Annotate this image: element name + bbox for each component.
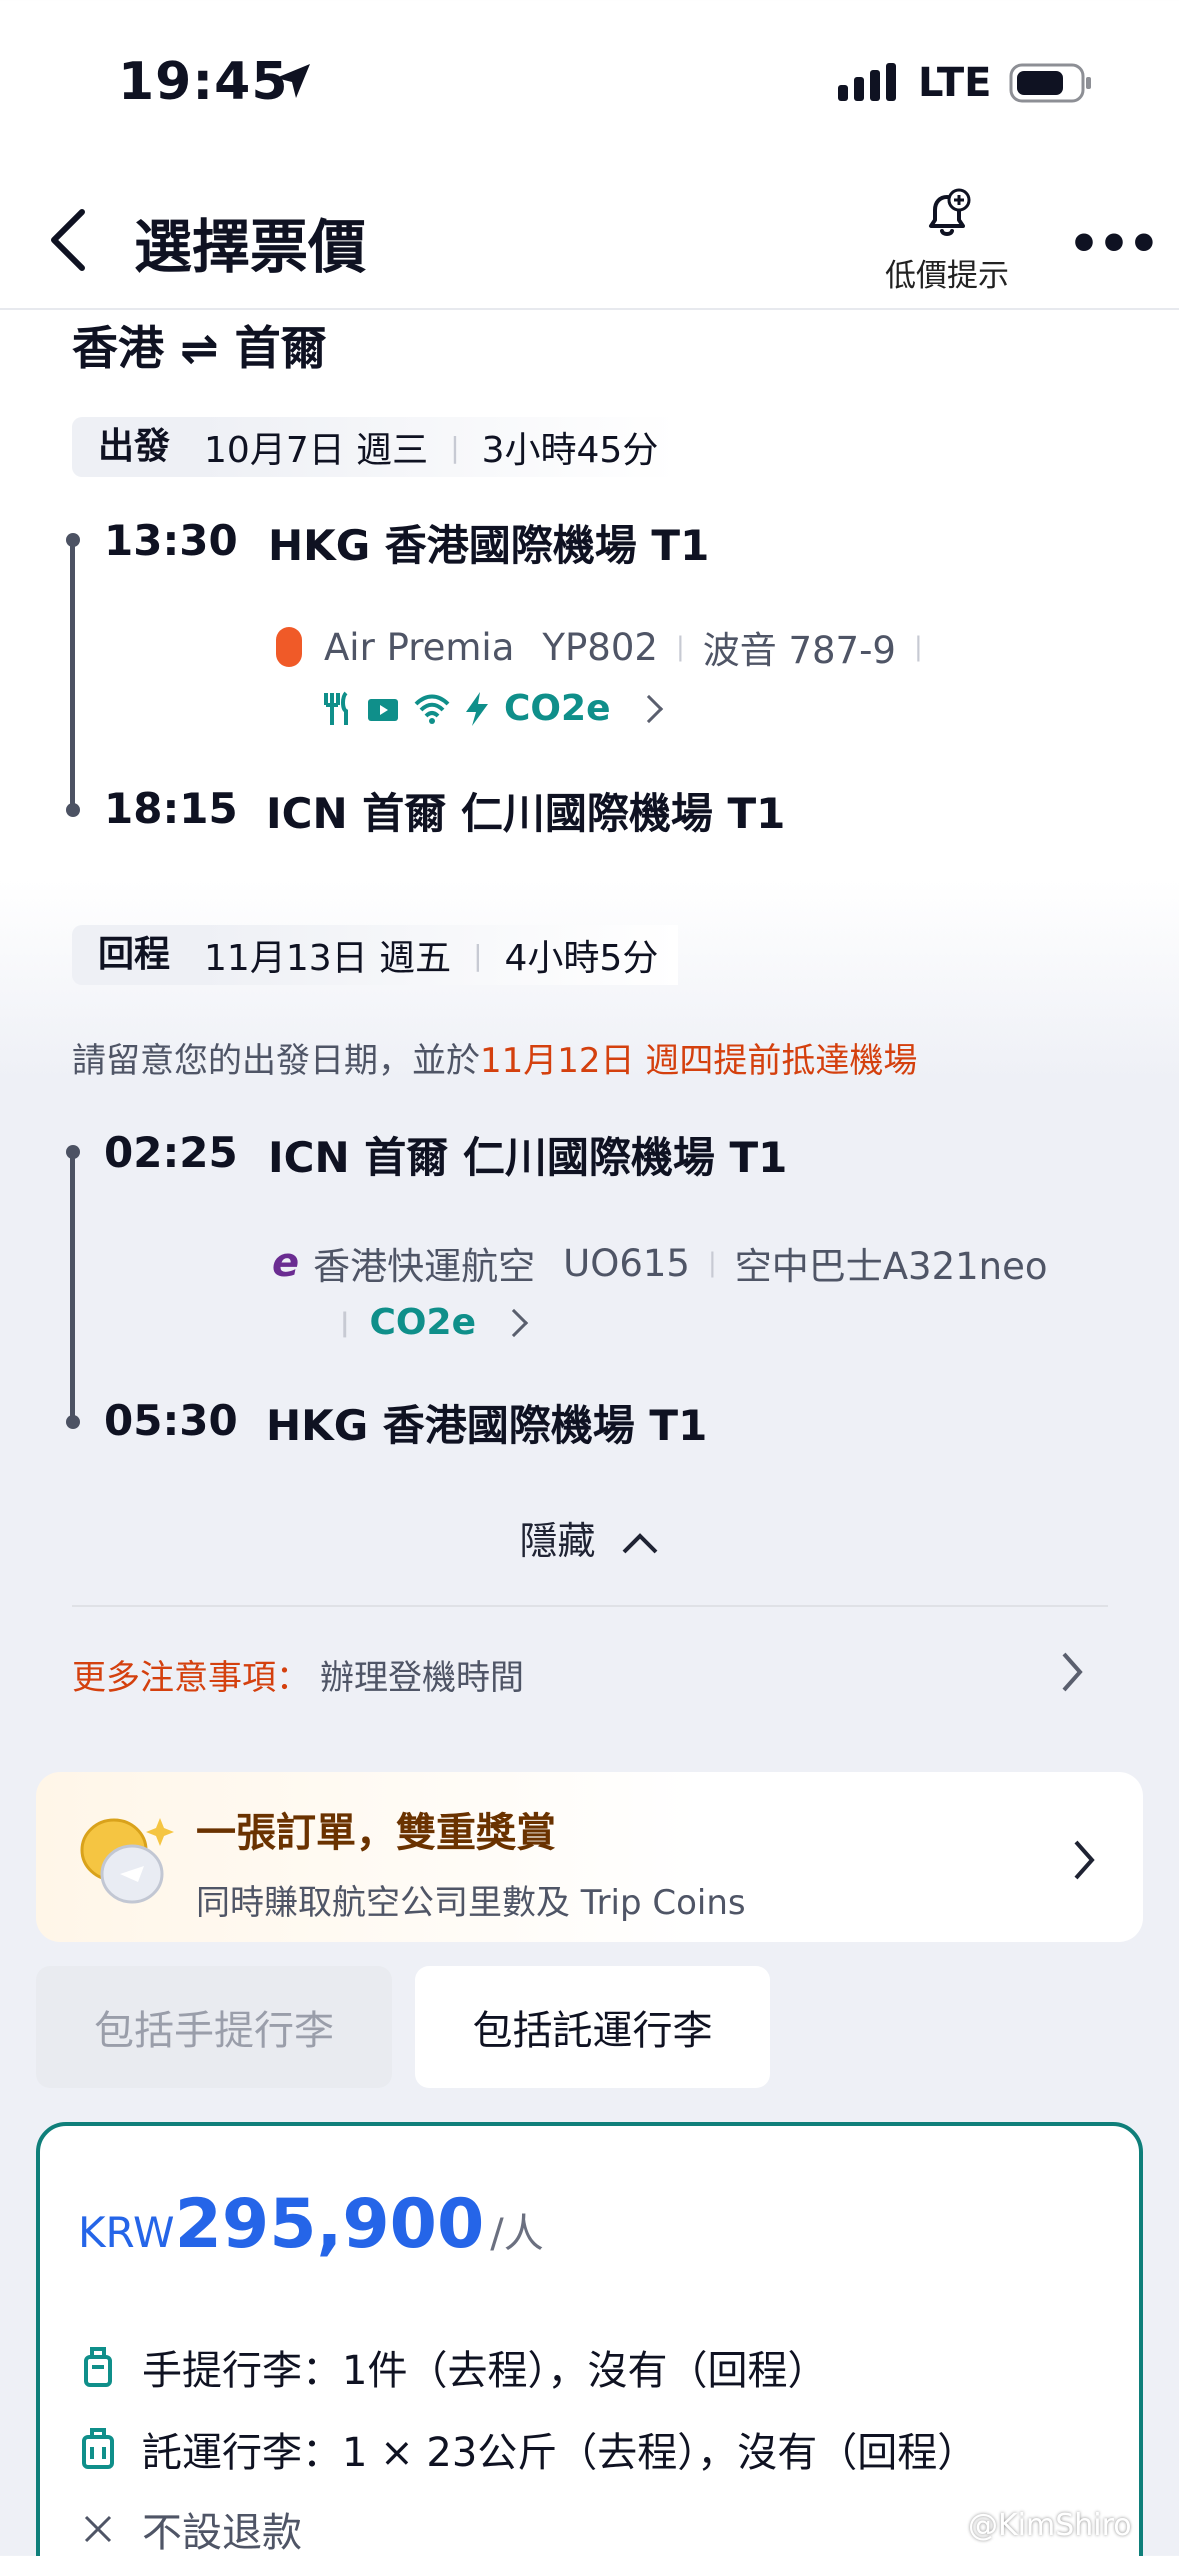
carry-on-bag-icon xyxy=(84,2347,112,2387)
battery-icon xyxy=(1009,63,1092,103)
hide-label: 隱藏 xyxy=(519,1519,596,1563)
coins-icon xyxy=(80,1818,174,1904)
notice-prefix: 請留意您的出發日期，並於 xyxy=(72,1041,480,1081)
checked-bag-line: 託運行李：1 × 23公斤（去程），沒有（回程） xyxy=(80,2420,977,2478)
tab-checked-baggage[interactable]: 包括託運行李 xyxy=(415,1966,770,2088)
return-depart-time: 02:25 xyxy=(104,1128,238,1177)
separator: | xyxy=(913,632,923,662)
timeline-dot xyxy=(66,533,80,547)
status-time: 19:45 xyxy=(118,52,289,112)
power-icon xyxy=(466,691,488,726)
return-label: 回程 xyxy=(72,925,197,985)
signal-icon xyxy=(838,63,896,101)
return-airline: 香港快運航空 xyxy=(313,1245,536,1288)
outbound-arrive-airport: ICN 首爾 仁川國際機場 T1 xyxy=(266,789,786,838)
notice-highlight: 11月12日 週四提前抵達機場 xyxy=(480,1041,918,1081)
outbound-co2: CO2e xyxy=(504,688,611,729)
return-flight-no: UO615 xyxy=(563,1241,690,1285)
outbound-duration: 3小時45分 xyxy=(481,430,659,471)
return-arrive-airport: HKG 香港國際機場 T1 xyxy=(266,1401,708,1450)
outbound-airline: Air Premia xyxy=(324,625,515,669)
price-alert-button[interactable]: 低價提示 xyxy=(872,186,1022,295)
return-co2: CO2e xyxy=(369,1302,477,1343)
checked-bag-text: 託運行李：1 × 23公斤（去程），沒有（回程） xyxy=(142,2430,978,2476)
close-icon xyxy=(84,2515,112,2543)
location-arrow-icon xyxy=(276,64,310,98)
fare-currency: KRW xyxy=(78,2208,175,2257)
outbound-arrive-time: 18:15 xyxy=(104,784,238,833)
checked-bag-icon xyxy=(82,2428,114,2469)
departure-date-notice: 請留意您的出發日期，並於11月12日 週四提前抵達機場 xyxy=(72,1033,917,1082)
outbound-flight-info: Air Premia YP802 | 波音 787-9 | xyxy=(276,620,941,674)
return-arrive-time: 05:30 xyxy=(104,1396,238,1445)
tab-carry-on-baggage[interactable]: 包括手提行李 xyxy=(36,1966,392,2088)
separator: | xyxy=(675,632,685,662)
return-header: 回程 11月13日 週五 | 4小時5分 xyxy=(72,925,679,985)
carry-on-line: 手提行李：1件（去程），沒有（回程） xyxy=(80,2338,827,2396)
chevron-right-icon xyxy=(634,694,663,723)
outbound-depart-time: 13:30 xyxy=(104,516,238,565)
page-title: 選擇票價 xyxy=(134,213,367,281)
return-date: 11月13日 週五 xyxy=(204,938,452,979)
fare-per-person: /人 xyxy=(490,2211,544,2257)
return-aircraft: 空中巴士A321neo xyxy=(734,1245,1048,1288)
carry-on-text: 手提行李：1件（去程），沒有（回程） xyxy=(142,2348,828,2394)
timeline-dot xyxy=(66,803,80,817)
promo-subtitle: 同時賺取航空公司里數及 Trip Coins xyxy=(196,1883,746,1923)
wifi-icon xyxy=(414,694,450,724)
separator: | xyxy=(707,1248,717,1278)
promo-title: 一張訂單，雙重獎賞 xyxy=(196,1810,556,1856)
fare-price: KRW 295,900 /人 xyxy=(78,2185,544,2264)
more-options-icon[interactable]: ••• xyxy=(1068,215,1160,273)
meal-icon xyxy=(324,691,348,725)
chevron-right-icon xyxy=(499,1308,529,1337)
separator: | xyxy=(473,938,483,972)
refund-text: 不設退款 xyxy=(142,2510,302,2556)
divider xyxy=(72,1605,1108,1607)
chevron-up-icon xyxy=(622,1532,657,1553)
more-notes-value: 辦理登機時間 xyxy=(320,1658,524,1698)
route-title: 香港 ⇌ 首爾 xyxy=(72,321,327,375)
refund-line: 不設退款 xyxy=(80,2500,302,2556)
entertainment-icon xyxy=(368,698,398,721)
more-notes-label: 更多注意事項： xyxy=(72,1658,310,1698)
return-amenities[interactable]: | CO2e xyxy=(340,1302,529,1343)
watermark: @KimShiro xyxy=(968,2508,1132,2543)
status-indicators: LTE xyxy=(838,60,1093,106)
chevron-right-icon[interactable] xyxy=(1058,1650,1086,1694)
outbound-depart-airport: HKG 香港國際機場 T1 xyxy=(268,521,710,570)
flight-details-card xyxy=(36,880,1143,1738)
outbound-flight-no: YP802 xyxy=(542,625,658,669)
network-label: LTE xyxy=(918,60,992,106)
return-flight-info: e 香港快運航空 UO615 | 空中巴士A321neo xyxy=(272,1236,1048,1290)
outbound-header: 出發 10月7日 週三 | 3小時45分 xyxy=(72,417,679,477)
timeline-dot xyxy=(66,1145,80,1159)
hk-express-logo-icon: e xyxy=(272,1240,300,1286)
fare-amount: 295,900 xyxy=(174,2185,485,2264)
timeline-dot xyxy=(66,1415,80,1429)
price-alert-label: 低價提示 xyxy=(885,258,1009,294)
outbound-amenities[interactable]: CO2e xyxy=(322,688,663,729)
outbound-label: 出發 xyxy=(72,417,197,477)
hide-details-button[interactable]: 隱藏 xyxy=(0,1510,1179,1565)
return-depart-airport: ICN 首爾 仁川國際機場 T1 xyxy=(268,1133,788,1182)
separator: | xyxy=(340,1307,350,1338)
outbound-timeline xyxy=(70,540,75,812)
outbound-date: 10月7日 週三 xyxy=(204,430,429,471)
more-notes-row[interactable]: 更多注意事項： 辦理登機時間 xyxy=(72,1650,524,1699)
chevron-right-icon xyxy=(1074,1840,1095,1880)
back-chevron-icon[interactable] xyxy=(40,200,100,280)
outbound-aircraft: 波音 787-9 xyxy=(702,629,896,672)
return-duration: 4小時5分 xyxy=(504,938,659,979)
return-timeline xyxy=(70,1152,75,1424)
air-premia-logo-icon xyxy=(276,627,302,667)
bell-plus-icon xyxy=(929,188,971,236)
separator: | xyxy=(450,430,460,464)
